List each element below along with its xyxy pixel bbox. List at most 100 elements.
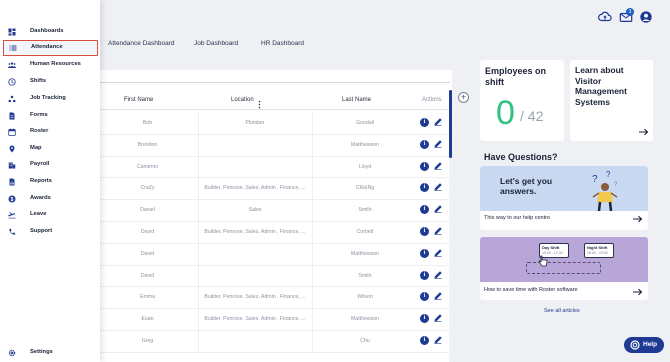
pencil-edit-icon[interactable]	[433, 248, 443, 258]
info-icon[interactable]: i	[420, 161, 429, 171]
sidebar-item-roster[interactable]: Roster	[0, 124, 100, 140]
column-menu-icon[interactable]	[258, 96, 261, 109]
people-icon	[8, 62, 16, 68]
sidebar-item-dashboards[interactable]: Dashboards	[0, 24, 100, 40]
user-avatar-icon[interactable]	[639, 10, 653, 24]
pencil-edit-icon[interactable]	[433, 117, 443, 127]
cell-location: Builder, Penrose, Sales, Admin , Finance…	[204, 185, 306, 192]
sidebar-item-human-resources[interactable]: Human Resources	[0, 57, 100, 73]
column-divider	[198, 287, 199, 309]
table-scrollbar-thumb[interactable]	[449, 90, 452, 158]
sidebar-item-label: Support	[30, 228, 53, 234]
pencil-edit-icon[interactable]	[433, 182, 443, 192]
info-icon[interactable]: i	[420, 314, 429, 324]
list-icon	[9, 45, 17, 51]
info-icon[interactable]: i	[420, 227, 429, 236]
tab-job-dashboard[interactable]: Job Dashboard	[194, 40, 238, 47]
sidebar-item-awards[interactable]: $ Awards	[0, 191, 100, 207]
employees-total-count: / 42	[520, 108, 544, 124]
table-row[interactable]: Emma Builder, Penrose, Sales, Admin , Fin…	[100, 287, 450, 310]
info-icon[interactable]: i	[420, 292, 429, 302]
table-row[interactable]: Cameron Lloyd i	[100, 156, 450, 179]
sidebar-item-forms[interactable]: Forms	[0, 108, 100, 124]
sidebar-item-label: Shifts	[30, 78, 47, 84]
info-icon[interactable]: i	[420, 118, 429, 127]
pencil-edit-icon[interactable]	[433, 335, 443, 345]
night-shift-label: Night Shift	[587, 245, 608, 250]
sidebar-item-job-tracking[interactable]: Job Tracking	[0, 91, 100, 107]
help-button[interactable]: Help	[624, 337, 664, 353]
info-icon[interactable]: i	[420, 336, 429, 345]
cell-location: Builder, Penrose, Sales, Admin , Finance…	[204, 316, 306, 323]
info-icon[interactable]: i	[420, 205, 429, 215]
sidebar-item-reports[interactable]: Reports	[0, 174, 100, 190]
pencil-edit-icon[interactable]	[433, 270, 443, 280]
svg-text:?: ?	[606, 170, 611, 179]
cell-first-name: Daniel	[140, 207, 155, 214]
pencil-edit-icon[interactable]	[433, 204, 443, 214]
sidebar-item-support[interactable]: Support	[0, 224, 100, 240]
day-shift-label: Day Shift	[542, 245, 560, 250]
table-row[interactable]: Bob Plumber Goodall i	[100, 113, 450, 135]
sidebar-item-settings[interactable]: Settings	[0, 345, 100, 361]
employees-on-shift-title: Employees on shift	[485, 66, 547, 87]
see-all-articles-link[interactable]: See all articles	[544, 308, 580, 314]
cell-last-name: Smith	[358, 207, 372, 214]
help-centre-card[interactable]: Let's get you answers. ? ? ? This way to…	[480, 166, 648, 230]
pencil-edit-icon[interactable]	[433, 161, 443, 171]
tab-attendance-dashboard[interactable]: Attendance Dashboard	[108, 40, 175, 47]
tab-hr-dashboard[interactable]: HR Dashboard	[261, 40, 304, 47]
table-row[interactable]: David Smith i	[100, 265, 450, 288]
pencil-edit-icon[interactable]	[433, 313, 443, 323]
sidebar-item-shifts[interactable]: Shifts	[0, 74, 100, 90]
roster-banner: Day Shift 10:00 - 17:00 Night Shift 18:0…	[480, 237, 648, 282]
info-icon[interactable]: i	[420, 183, 429, 193]
column-first-name[interactable]: First Name	[124, 97, 153, 103]
cell-first-name: David	[140, 250, 155, 257]
cell-first-name: Emma	[140, 294, 155, 301]
sidebar-item-leave[interactable]: Leave	[0, 207, 100, 223]
learn-visitor-card[interactable]: Learn about Visitor Management Systems	[570, 60, 653, 141]
column-last-name[interactable]: Last Name	[342, 97, 371, 103]
table-row[interactable]: Euan Builder, Penrose, Sales, Admin , Fin…	[100, 309, 450, 331]
cell-first-name: David	[140, 272, 155, 279]
sidebar-item-payroll[interactable]: Payroll	[0, 157, 100, 173]
add-column-button[interactable]: +	[458, 92, 469, 103]
cloud-upload-icon[interactable]	[598, 10, 612, 24]
cell-location: Plumber	[245, 120, 265, 126]
cell-last-name: Matthewson	[351, 250, 379, 257]
pencil-edit-icon[interactable]	[433, 226, 443, 236]
table-row[interactable]: David Builder, Penrose, Sales, Admin , Fi…	[100, 222, 450, 244]
table-row[interactable]: Brendon Matthewson i	[100, 134, 450, 157]
column-divider	[312, 309, 313, 330]
column-location[interactable]: Location	[231, 97, 254, 103]
column-divider	[312, 178, 313, 200]
roster-software-card[interactable]: Day Shift 10:00 - 17:00 Night Shift 18:0…	[480, 237, 648, 300]
table-row[interactable]: David Matthewson i	[100, 243, 450, 266]
night-shift-tile: Night Shift 18:00 - 22:00	[584, 243, 614, 258]
table-row[interactable]: Daniel Sales Smith i	[100, 200, 450, 222]
building-icon	[8, 162, 16, 169]
svg-text:?: ?	[592, 174, 598, 185]
cell-first-name: David	[140, 229, 155, 235]
have-questions-title: Have Questions?	[484, 152, 558, 162]
info-icon[interactable]: i	[420, 270, 429, 280]
column-divider	[198, 265, 199, 287]
sidebar-item-attendance[interactable]: Attendance	[3, 40, 98, 56]
cell-last-name: Lloyd	[358, 163, 372, 170]
column-divider	[312, 156, 313, 178]
employees-on-shift-card[interactable]: Employees on shift 0 / 42	[480, 60, 564, 141]
sidebar-item-map[interactable]: Map	[0, 141, 100, 157]
pencil-edit-icon[interactable]	[433, 139, 443, 149]
sidebar-item-label: Job Tracking	[30, 95, 66, 101]
cell-first-name: Greg	[141, 338, 154, 344]
column-divider	[198, 331, 199, 352]
cell-first-name: Euan	[141, 316, 154, 323]
svg-text:$: $	[11, 197, 14, 203]
table-row[interactable]: Greg Chu i	[100, 331, 450, 353]
pencil-edit-icon[interactable]	[433, 291, 443, 301]
info-icon[interactable]: i	[420, 248, 429, 258]
info-icon[interactable]: i	[420, 139, 429, 149]
plane-icon	[8, 212, 16, 219]
table-row[interactable]: CraZy Builder, Penrose, Sales, Admin , Fi…	[100, 178, 450, 201]
